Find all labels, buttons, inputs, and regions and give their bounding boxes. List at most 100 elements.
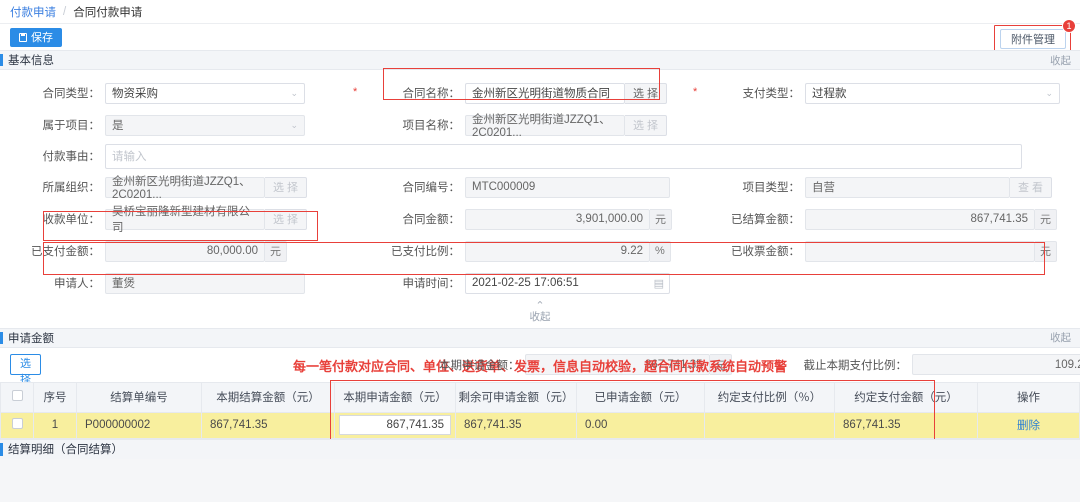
toolbar: 保存 附件管理 1 xyxy=(0,19,1080,54)
project-name-choose-button[interactable]: 选 择 xyxy=(625,114,668,136)
breadcrumb-separator: / xyxy=(63,5,67,18)
bottom-section-header: 结算明细（合同结算） xyxy=(0,438,1080,459)
basic-info-panel: 基本信息 收起 合同类型： 物资采购 ⌄ 合同名称： 金州新区光明街道物质合同 … xyxy=(0,50,1080,328)
apply-amount-collapse-toggle[interactable]: 收起 xyxy=(1050,330,1071,345)
org-choose-button[interactable]: 选 择 xyxy=(265,176,308,198)
paid-ratio-label: 已支付比例： xyxy=(391,246,460,258)
col-remain-amount: 剩余可申请金额（元） xyxy=(455,381,577,413)
table-row[interactable]: 1 P000000002 867,741.35 867,741.35 867,7… xyxy=(0,411,1080,439)
save-button-label: 保存 xyxy=(31,32,53,44)
field-contract-type: 合同类型： 物资采购 ⌄ xyxy=(0,82,360,104)
field-invoiced-amount: 已收票金额： 元 xyxy=(700,240,1080,262)
form-row-2: 属于项目： 是 ⌄ 项目名称： 金州新区光明街道JZZQ1、2C0201... … xyxy=(0,109,1080,141)
apply-amount-title: 申请金额 xyxy=(8,332,54,345)
current-apply-amount-label: 本期申请金额： xyxy=(439,359,520,372)
project-type-label: 项目类型： xyxy=(742,182,801,194)
row-apply-amount-input[interactable]: 867,741.35 xyxy=(339,415,451,436)
apply-time-input[interactable]: 2021-02-25 17:06:51 xyxy=(465,272,670,294)
attachment-count-badge: 1 xyxy=(1062,19,1076,33)
payee-choose-button[interactable]: 选 择 xyxy=(265,208,308,230)
settlement-table-wrap: 序号 结算单编号 本期结算金额（元） 本期申请金额（元） 剩余可申请金额（元） … xyxy=(0,379,1080,440)
pay-type-select[interactable]: 过程款 ⌄ xyxy=(805,82,1060,104)
contract-no-label: 合同编号： xyxy=(402,182,461,194)
field-pay-reason: 付款事由： 请输入 xyxy=(0,143,1080,169)
basic-info-form: 合同类型： 物资采购 ⌄ 合同名称： 金州新区光明街道物质合同 选 择 支付类型… xyxy=(0,68,1080,299)
project-type-view-button[interactable]: 查 看 xyxy=(1010,176,1053,198)
col-action: 操作 xyxy=(977,381,1080,413)
row-settle-amount: 867,741.35 xyxy=(201,411,335,439)
row-index: 1 xyxy=(33,411,77,439)
col-apply-amount: 本期申请金额（元） xyxy=(334,381,456,413)
contract-name-label: 合同名称： xyxy=(353,85,465,101)
bottom-section-title: 结算明细（合同结算） xyxy=(8,444,123,457)
payee-label: 收款单位： xyxy=(42,214,101,226)
row-applied-amount: 0.00 xyxy=(576,411,705,439)
settled-amount-label: 已结算金额： xyxy=(731,214,800,226)
col-agreed-ratio: 约定支付比例（％） xyxy=(704,381,835,413)
contract-name-input[interactable]: 金州新区光明街道物质合同 xyxy=(465,82,625,104)
breadcrumb: 付款申请 / 合同付款申请 xyxy=(0,0,1080,24)
pay-reason-input[interactable]: 请输入 xyxy=(105,143,1022,169)
pay-type-label: 支付类型： xyxy=(693,85,805,101)
field-org: 所属组织： 金州新区光明街道JZZQ1、2C0201... 选 择 xyxy=(0,176,360,201)
project-type-input: 自营 xyxy=(805,176,1010,198)
row-select-cell xyxy=(0,411,34,439)
basic-info-header: 基本信息 收起 xyxy=(0,50,1080,70)
invoiced-amount-label: 已收票金额： xyxy=(731,246,800,258)
pay-type-value: 过程款 xyxy=(812,88,847,100)
applicant-label: 申请人： xyxy=(54,278,100,290)
belong-project-select[interactable]: 是 ⌄ xyxy=(105,114,305,136)
row-remain-amount: 867,741.35 xyxy=(455,411,577,439)
apply-amount-header: 申请金额 收起 xyxy=(0,327,1080,348)
delete-row-link[interactable]: 删除 xyxy=(1017,420,1040,432)
paid-amount-unit: 元 xyxy=(265,240,287,262)
annotation-text: 每一笔付款对应合同、单位、送货单、发票，信息自动校验，超合同付款系统自动预警 xyxy=(292,359,787,374)
attachment-manage-button[interactable]: 附件管理 xyxy=(1000,29,1066,49)
invoiced-amount-input xyxy=(805,240,1035,262)
project-name-label: 项目名称： xyxy=(402,120,461,132)
row-agreed-amount: 867,741.35 xyxy=(834,411,978,439)
field-paid-amount: 已支付金额： 80,000.00 元 xyxy=(0,240,360,262)
form-row-6: 已支付金额： 80,000.00 元 已支付比例： 9.22 % 已收票金额： … xyxy=(0,235,1080,267)
basic-info-collapse-mid[interactable]: ⌃ 收起 xyxy=(0,299,1080,328)
cutoff-ratio-label: 截止本期支付比例： xyxy=(803,359,908,372)
col-index: 序号 xyxy=(33,381,77,413)
field-payee: 收款单位： 吴桥宝丽隆新型建材有限公司 选 择 xyxy=(0,206,360,234)
field-applicant: 申请人： 董煲 xyxy=(0,272,360,294)
contract-type-label: 合同类型： xyxy=(0,85,105,101)
form-row-4: 所属组织： 金州新区光明街道JZZQ1、2C0201... 选 择 合同编号： … xyxy=(0,171,1080,203)
contract-type-select[interactable]: 物资采购 ⌄ xyxy=(105,82,305,104)
row-action-cell: 删除 xyxy=(977,411,1080,439)
field-project-type: 项目类型： 自营 查 看 xyxy=(700,176,1080,198)
paid-amount-label: 已支付金额： xyxy=(31,246,100,258)
org-input: 金州新区光明街道JZZQ1、2C0201... xyxy=(105,176,265,201)
org-label: 所属组织： xyxy=(42,182,101,194)
field-settled-amount: 已结算金额： 867,741.35 元 xyxy=(700,208,1080,230)
chevron-down-icon: ⌄ xyxy=(290,87,298,98)
contract-amount-label: 合同金额： xyxy=(402,214,461,226)
form-row-7: 申请人： 董煲 申请时间： 2021-02-25 17:06:51 ▤ xyxy=(0,267,1080,299)
col-settle-amount: 本期结算金额（元） xyxy=(201,381,335,413)
basic-info-collapse-toggle[interactable]: 收起 xyxy=(1050,53,1071,68)
field-project-name: 项目名称： 金州新区光明街道JZZQ1、2C0201... 选 择 xyxy=(360,114,700,139)
col-applied-amount: 已申请金额（元） xyxy=(576,381,705,413)
contract-no-input: MTC000009 xyxy=(465,176,670,198)
chevron-down-icon: ⌄ xyxy=(290,119,298,130)
collapse-mid-label: 收起 xyxy=(529,311,551,324)
basic-info-title: 基本信息 xyxy=(8,55,54,67)
row-settle-no: P000000002 xyxy=(76,411,202,439)
field-pay-type: 支付类型： 过程款 ⌄ xyxy=(693,82,1080,104)
contract-name-choose-button[interactable]: 选 择 xyxy=(625,82,668,104)
settled-amount-unit: 元 xyxy=(1035,208,1057,230)
row-checkbox[interactable] xyxy=(11,418,23,430)
breadcrumb-parent[interactable]: 付款申请 xyxy=(10,4,56,20)
breadcrumb-current: 合同付款申请 xyxy=(73,6,143,19)
pay-reason-label: 付款事由： xyxy=(42,151,101,163)
form-row-1: 合同类型： 物资采购 ⌄ 合同名称： 金州新区光明街道物质合同 选 择 支付类型… xyxy=(0,77,1080,109)
payee-input: 吴桥宝丽隆新型建材有限公司 xyxy=(105,206,265,234)
save-button[interactable]: 保存 xyxy=(10,27,62,47)
table-header-row: 序号 结算单编号 本期结算金额（元） 本期申请金额（元） 剩余可申请金额（元） … xyxy=(0,381,1080,413)
select-all-checkbox[interactable] xyxy=(11,390,23,402)
contract-amount-unit: 元 xyxy=(650,208,672,230)
row-agreed-ratio xyxy=(704,411,835,439)
